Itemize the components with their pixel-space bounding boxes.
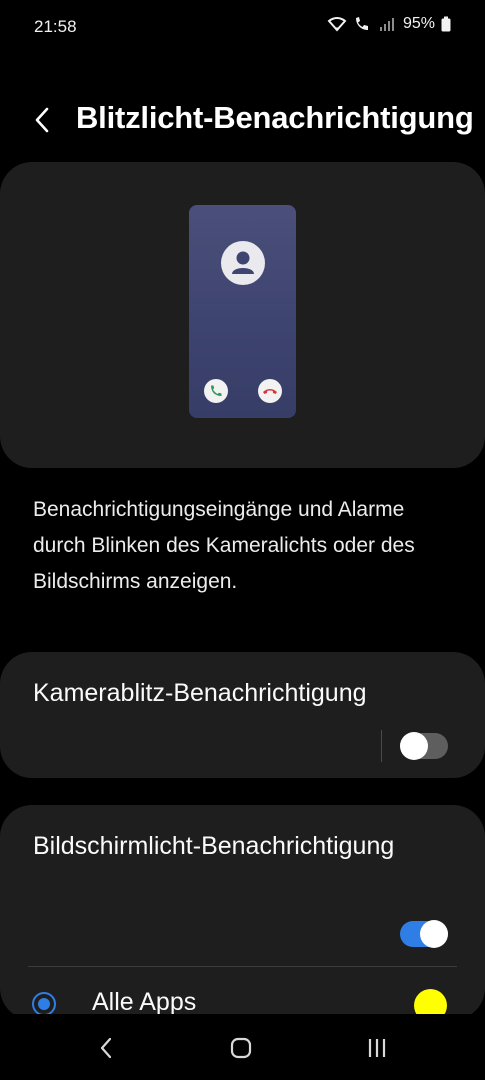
phone-decline-icon: [258, 379, 282, 403]
back-chevron-icon: [35, 107, 49, 133]
back-button[interactable]: [26, 100, 58, 140]
camera-flash-toggle[interactable]: [400, 732, 448, 760]
wifi-calling-icon: [355, 17, 368, 30]
screen-flash-label: Bildschirmlicht-Benachrichtigung: [33, 832, 395, 860]
nav-recents-button[interactable]: [357, 1032, 397, 1064]
camera-flash-label: Kamerablitz-Benachrichtigung: [33, 679, 367, 707]
feature-description: Benachrichtigungseingänge und Alarme dur…: [33, 498, 415, 593]
toggle-knob: [400, 732, 428, 760]
all-apps-radio[interactable]: [32, 992, 56, 1016]
battery-percentage: 95%: [402, 15, 435, 32]
all-apps-label: Alle Apps: [92, 988, 197, 1016]
header: Blitzlicht-Benachrichtigung: [0, 90, 485, 150]
nav-back-button[interactable]: [86, 1032, 126, 1064]
phone-illustration: [189, 205, 296, 418]
page-title: Blitzlicht-Benachrichtigung: [76, 100, 474, 135]
toggle-knob: [420, 920, 448, 948]
status-time: 21:58: [34, 17, 77, 36]
preview-card: [0, 162, 485, 468]
nav-home-icon: [230, 1037, 252, 1059]
signal-icon: [379, 18, 394, 31]
section-divider: [28, 966, 457, 967]
wifi-icon: [327, 17, 347, 32]
battery-icon: [441, 16, 451, 32]
navigation-bar: [0, 1018, 485, 1080]
nav-home-button[interactable]: [221, 1032, 261, 1064]
nav-back-icon: [100, 1037, 112, 1059]
avatar-icon: [221, 241, 265, 285]
status-icons: 95%: [327, 15, 451, 33]
nav-recents-icon: [368, 1039, 386, 1057]
status-bar: 21:58 95%: [0, 0, 485, 52]
phone-accept-icon: [204, 379, 228, 403]
toggle-divider: [381, 730, 382, 762]
screen-flash-toggle[interactable]: [400, 920, 448, 948]
